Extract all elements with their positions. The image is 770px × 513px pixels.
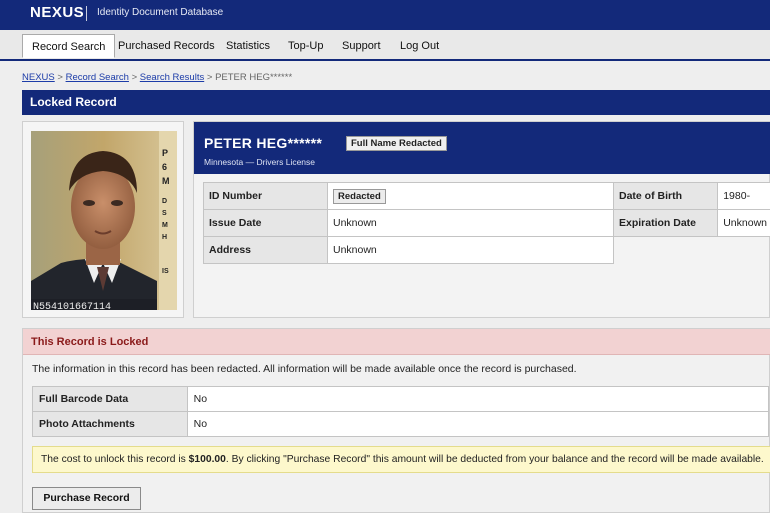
photo-side-letter: D (162, 198, 167, 205)
photo-side-letter: IS (162, 268, 169, 275)
breadcrumb-search-results[interactable]: Search Results (140, 72, 204, 83)
table-row: Issue Date Unknown (203, 209, 614, 237)
locked-message: The information in this record has been … (32, 363, 577, 375)
redacted-badge: Redacted (333, 188, 386, 204)
record-fields-left: ID Number Redacted Issue Date Unknown Ad… (203, 182, 614, 264)
nav-support[interactable]: Support (333, 34, 390, 58)
header-divider (86, 6, 87, 21)
photo-side-letter: S (162, 210, 167, 217)
site-subtitle: Identity Document Database (97, 7, 224, 18)
breadcrumb-separator: > (57, 72, 63, 83)
breadcrumb-nexus[interactable]: NEXUS (22, 72, 55, 83)
table-row: Date of Birth 1980- (612, 182, 770, 210)
dob-value: 1980- (717, 182, 770, 210)
license-photo: N554101667114 P 6 M D S M H IS (31, 131, 177, 310)
table-row: Full Barcode Data No (32, 386, 770, 412)
cost-text-prefix: The cost to unlock this record is (41, 454, 189, 465)
breadcrumb-record-search[interactable]: Record Search (66, 72, 129, 83)
record-name: PETER HEG****** (204, 135, 323, 151)
photo-frame: N554101667114 P 6 M D S M H IS (22, 121, 184, 318)
issue-date-value: Unknown (327, 209, 614, 237)
nav-statistics[interactable]: Statistics (217, 34, 279, 58)
table-row: Photo Attachments No (32, 411, 770, 437)
photo-side-letter: M (162, 176, 170, 186)
nav-top-up[interactable]: Top-Up (279, 34, 332, 58)
breadcrumb: NEXUS > Record Search > Search Results >… (22, 72, 292, 83)
page-title: Locked Record (22, 90, 770, 115)
cost-text-suffix: . By clicking "Purchase Record" this amo… (225, 454, 764, 465)
locked-record-panel: This Record is Locked The information in… (22, 328, 770, 513)
expiration-date-label: Expiration Date (612, 209, 719, 237)
main-nav: Record Search Purchased Records Statisti… (0, 30, 770, 61)
photo-side-letter: P (162, 148, 168, 158)
nav-purchased-records[interactable]: Purchased Records (109, 34, 224, 58)
cost-amount: $100.00 (188, 454, 226, 465)
dob-label: Date of Birth (612, 182, 719, 210)
cost-notice: The cost to unlock this record is $100.0… (32, 446, 770, 473)
record-name-bar: PETER HEG****** Full Name Redacted Minne… (194, 122, 770, 174)
purchase-record-button[interactable]: Purchase Record (32, 487, 141, 510)
id-number-label: ID Number (203, 182, 328, 210)
site-logo[interactable]: NEXUS (30, 4, 84, 21)
breadcrumb-separator: > (131, 72, 138, 83)
barcode-data-value: No (186, 386, 770, 412)
table-row: Expiration Date Unknown (612, 209, 770, 237)
record-info-panel: PETER HEG****** Full Name Redacted Minne… (193, 121, 770, 318)
photo-side-letter: M (162, 222, 168, 229)
photo-attachments-value: No (186, 411, 770, 437)
photo-side-letter: H (162, 234, 167, 241)
locked-heading: This Record is Locked (23, 329, 770, 355)
breadcrumb-current: PETER HEG****** (215, 72, 293, 83)
nav-record-search[interactable]: Record Search (22, 34, 116, 58)
expiration-date-value: Unknown (717, 209, 770, 237)
locked-attachments-table: Full Barcode Data No Photo Attachments N… (32, 386, 770, 437)
address-value: Unknown (327, 236, 614, 264)
name-redacted-badge: Full Name Redacted (346, 136, 447, 151)
photo-edge-text: N554101667114 (33, 302, 111, 310)
breadcrumb-separator: > (206, 72, 213, 83)
photo-attachments-label: Photo Attachments (32, 411, 188, 437)
table-row: ID Number Redacted (203, 182, 614, 210)
record-state-type: Minnesota — Drivers License (204, 157, 316, 167)
barcode-data-label: Full Barcode Data (32, 386, 188, 412)
table-row: Address Unknown (203, 236, 614, 264)
address-label: Address (203, 236, 328, 264)
photo-side-letter: 6 (162, 162, 167, 172)
issue-date-label: Issue Date (203, 209, 328, 237)
nav-log-out[interactable]: Log Out (391, 34, 448, 58)
id-number-value: Redacted (327, 182, 614, 210)
top-header: NEXUS Identity Document Database (0, 0, 770, 30)
record-fields-right: Date of Birth 1980- Expiration Date Unkn… (612, 182, 770, 237)
